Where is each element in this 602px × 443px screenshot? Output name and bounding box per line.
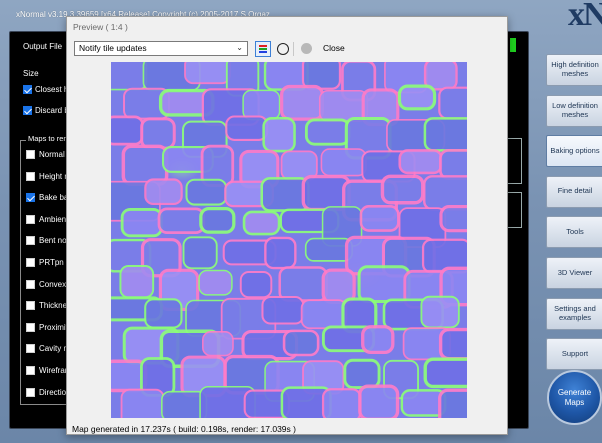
stone-tile — [157, 207, 206, 234]
sidebar-button[interactable]: Support — [546, 338, 602, 371]
stone-tile — [111, 62, 148, 91]
chevron-down-icon: ⌄ — [236, 43, 243, 52]
stone-tile — [321, 268, 356, 304]
stone-tile — [301, 62, 342, 90]
stone-tile — [318, 89, 369, 122]
stone-tile — [262, 116, 296, 153]
stone-tile — [198, 269, 233, 296]
status-indicator — [510, 38, 516, 52]
stone-tile — [278, 266, 328, 302]
map-checkbox[interactable] — [26, 150, 35, 159]
map-checkbox[interactable] — [26, 344, 35, 354]
stone-tile — [239, 271, 273, 299]
stone-tile — [242, 89, 281, 121]
stone-tile — [120, 208, 163, 238]
dropdown-value: Notify tile updates — [79, 43, 147, 53]
map-checkbox[interactable] — [26, 236, 35, 246]
stone-tile — [380, 174, 425, 205]
rgb-channels-icon[interactable] — [255, 41, 271, 57]
stone-tile — [304, 118, 351, 146]
generate-maps-button[interactable]: Generate Maps — [547, 370, 602, 425]
preview-dialog: Preview ( 1:4 ) Notify tile updates ⌄ Cl… — [66, 16, 508, 435]
stone-tile — [438, 327, 467, 361]
stone-tile — [144, 298, 183, 329]
stone-tile — [202, 331, 234, 357]
map-checkbox[interactable] — [26, 258, 35, 267]
map-checkbox[interactable] — [26, 322, 35, 332]
sidebar-button[interactable]: Low definition meshes — [546, 94, 602, 127]
sidebar-button[interactable]: Tools — [546, 216, 602, 249]
tile-update-dropdown[interactable]: Notify tile updates ⌄ — [74, 41, 248, 56]
sidebar-button[interactable]: Settings and examples — [546, 297, 602, 330]
sidebar-button[interactable]: 3D Viewer — [546, 257, 602, 289]
stone-tile — [119, 265, 155, 299]
normal-map-preview — [111, 62, 467, 418]
map-checkbox[interactable] — [26, 387, 35, 397]
stone-tile — [321, 388, 362, 418]
stone-tile — [320, 148, 367, 177]
status-text: Map generated in 17.237s ( build: 0.198s… — [72, 424, 296, 434]
closest-hit-checkbox[interactable] — [23, 85, 32, 94]
map-checkbox[interactable] — [26, 193, 35, 203]
stone-tile — [225, 115, 269, 141]
stone-tile — [140, 117, 176, 150]
stone-tile — [420, 295, 460, 329]
stone-tile — [260, 177, 310, 212]
stone-tile — [184, 62, 231, 85]
stone-tile — [361, 325, 395, 355]
stone-tile — [111, 115, 145, 146]
stone-tile — [242, 210, 281, 236]
stop-icon[interactable] — [299, 41, 315, 57]
stone-tile — [300, 299, 348, 330]
sidebar-button[interactable]: Fine detail — [546, 175, 602, 208]
alpha-circle-icon[interactable] — [275, 41, 291, 57]
stone-tile — [423, 117, 467, 152]
stone-tile — [423, 357, 467, 389]
stone-tile — [144, 178, 183, 206]
map-checkbox[interactable] — [26, 171, 35, 181]
stone-tile — [343, 358, 381, 390]
stone-tile — [358, 384, 400, 418]
stone-tile — [438, 388, 467, 418]
stone-tile — [439, 205, 467, 233]
map-checkbox[interactable] — [26, 301, 35, 311]
stone-tile — [182, 236, 218, 270]
app-logo: xN — [568, 0, 602, 33]
sidebar-button[interactable]: Baking options — [546, 135, 602, 168]
size-label: Size — [23, 69, 39, 78]
discard-backfaces-checkbox[interactable] — [23, 106, 32, 115]
options-frame-right-2 — [508, 192, 522, 228]
stone-tile — [282, 329, 320, 357]
stone-tile — [280, 84, 325, 121]
stone-tile — [199, 206, 236, 234]
stone-tile — [438, 86, 467, 120]
output-file-label: Output File — [23, 42, 63, 51]
options-frame-right-1 — [508, 138, 522, 184]
stone-tile — [185, 178, 228, 206]
toolbar-separator — [293, 42, 294, 56]
stone-tile — [423, 175, 467, 211]
map-label: PRTpn — [39, 258, 64, 267]
stone-tile — [120, 388, 165, 418]
stone-tile — [264, 236, 297, 270]
map-checkbox[interactable] — [26, 214, 35, 224]
close-button[interactable]: Close — [323, 43, 345, 53]
stone-tile — [397, 84, 437, 111]
stone-tile — [439, 149, 467, 180]
map-checkbox[interactable] — [26, 366, 35, 375]
stone-tile — [357, 265, 411, 303]
stone-texture-image — [111, 62, 467, 418]
map-checkbox[interactable] — [26, 279, 35, 289]
stone-tile — [398, 149, 443, 175]
stone-tile — [359, 205, 400, 232]
sidebar-button[interactable]: High definition meshes — [546, 54, 602, 86]
stone-tile — [261, 295, 305, 325]
preview-title: Preview ( 1:4 ) — [73, 22, 128, 32]
